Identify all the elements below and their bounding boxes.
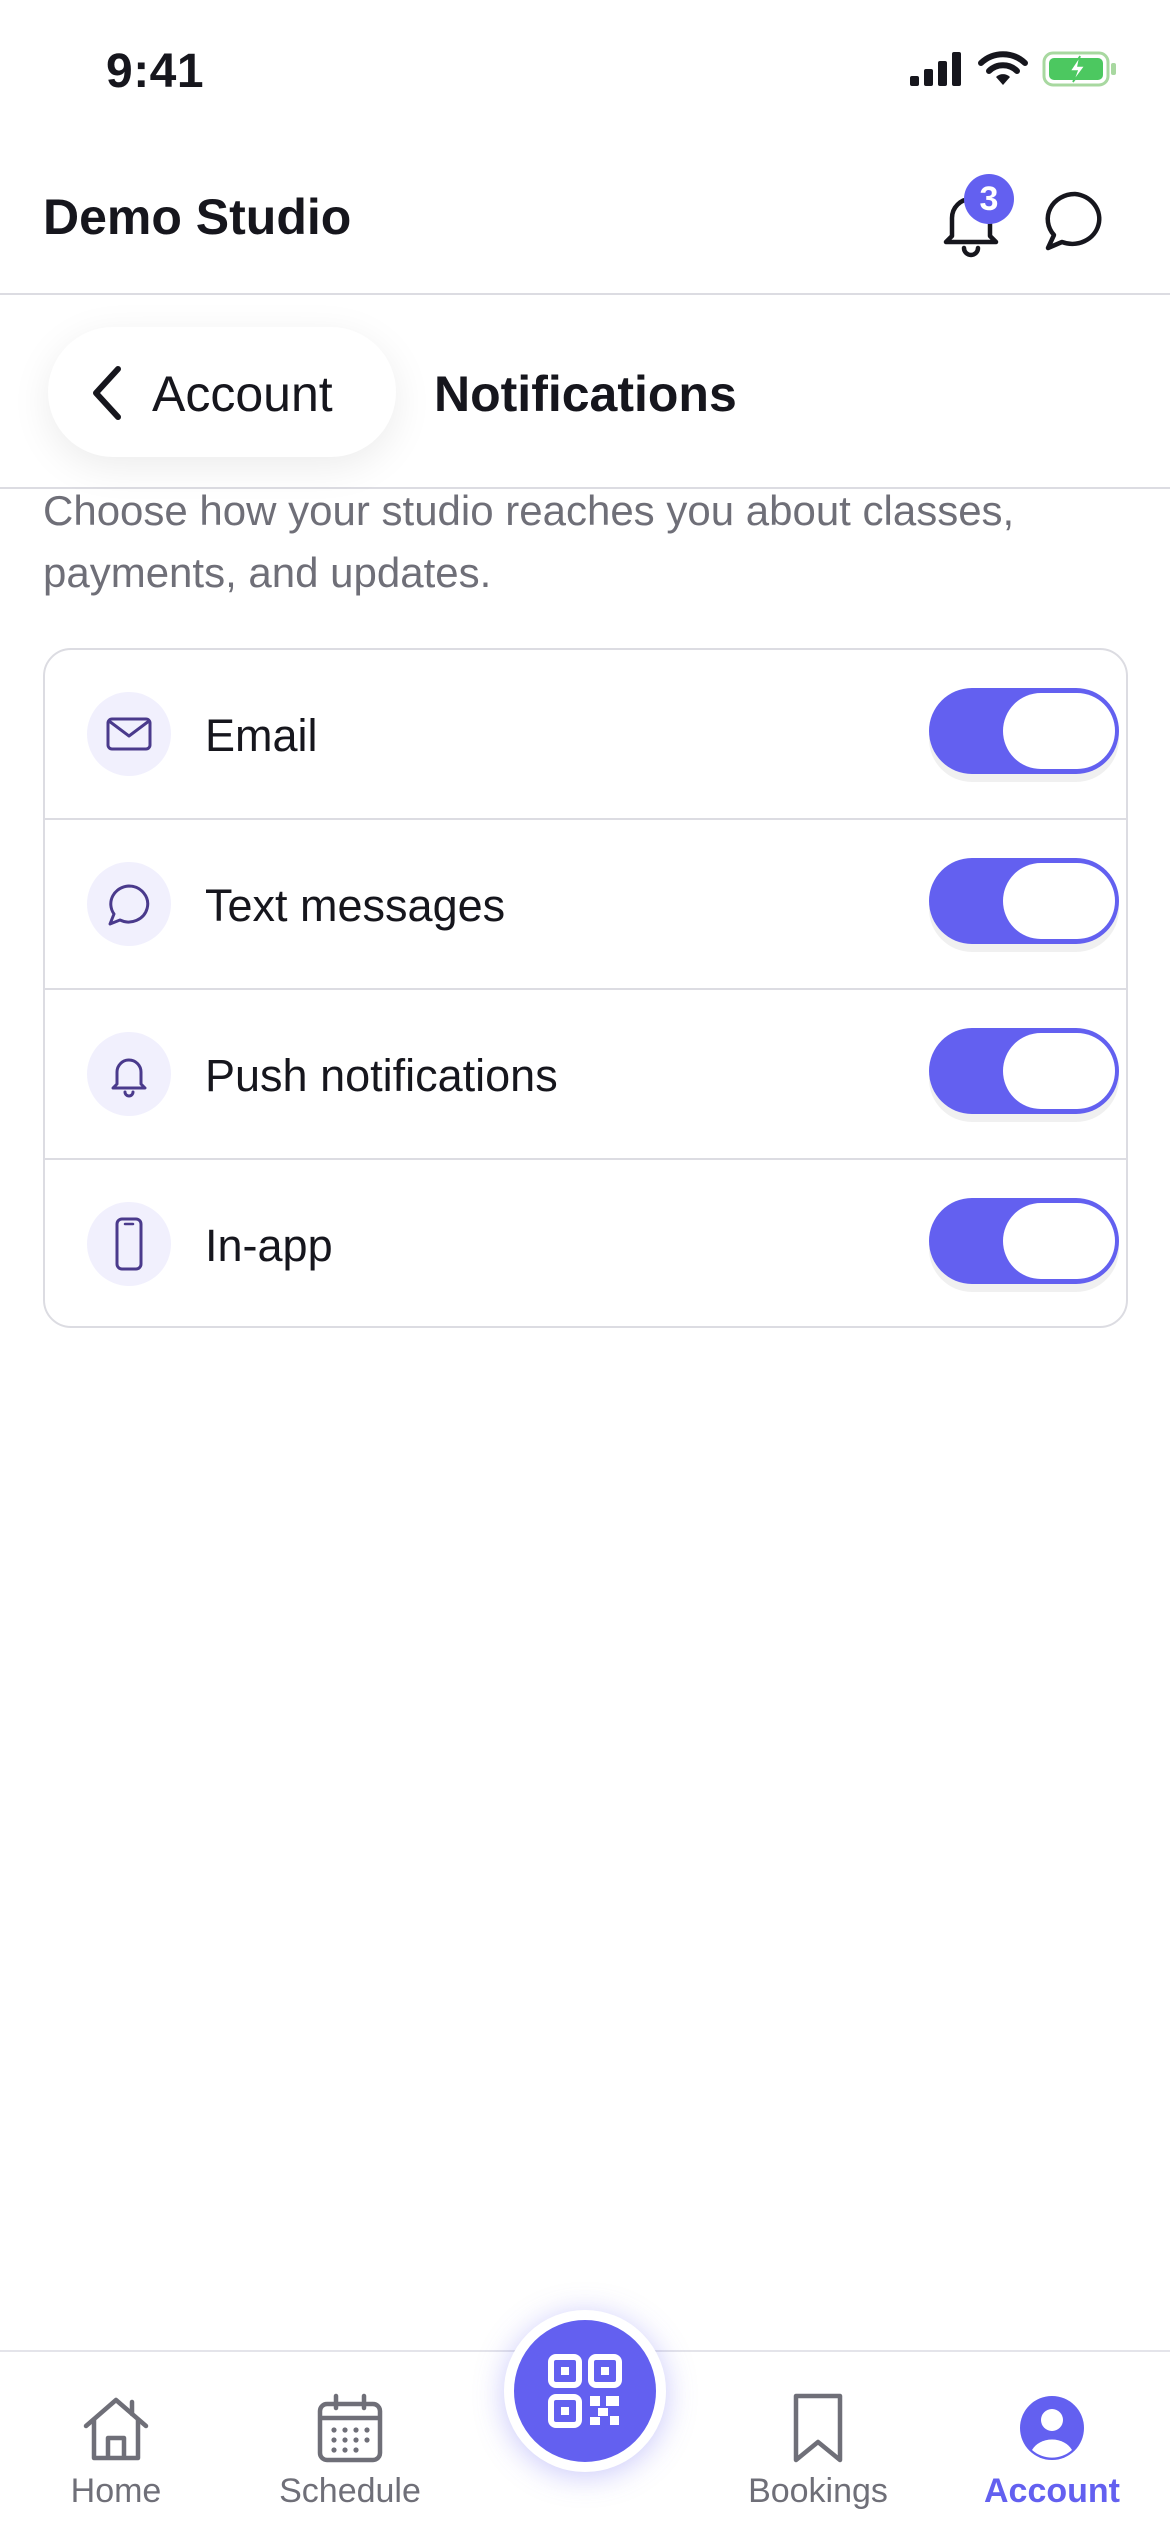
setting-label: In-app [205,1220,333,1271]
qr-code-icon [548,2354,622,2428]
mail-icon [87,692,171,776]
status-time: 9:41 [106,45,205,98]
qr-scan-button[interactable] [504,2310,666,2472]
toggle-knob [1003,863,1115,939]
phone-icon [87,1202,171,1286]
home-icon [83,2397,149,2461]
wifi-icon [978,51,1028,85]
setting-row-email: Email [45,650,1126,820]
chevron-left-icon [93,366,121,420]
toggle-knob [1003,1033,1115,1109]
tab-home[interactable]: Home [26,2392,206,2532]
notifications-button[interactable]: 3 [936,174,1014,260]
setting-label: Push notifications [205,1050,558,1101]
page-header: Account Notifications [0,297,1170,489]
setting-row-push-notifications: Push notifications [45,990,1126,1160]
notification-count-badge: 3 [964,174,1014,224]
back-button[interactable]: Account [48,327,396,457]
tab-label: Account [984,2472,1120,2510]
tab-label: Home [70,2472,162,2510]
setting-label: Email [205,710,318,761]
tab-label: Schedule [279,2472,421,2510]
toggle-knob [1003,1203,1115,1279]
tab-schedule[interactable]: Schedule [260,2392,440,2532]
status-bar: 9:41 [0,0,1170,150]
toggle-knob [1003,693,1115,769]
page-title: Notifications [434,366,737,422]
bookmark-icon [793,2393,843,2463]
top-app-bar: Demo Studio 3 [0,150,1170,295]
setting-row-text-messages: Text messages [45,820,1126,990]
cellular-signal-icon [910,52,961,86]
setting-row-in-app: In-app [45,1160,1126,1326]
back-button-label: Account [152,366,333,422]
push-notifications-toggle[interactable] [929,1028,1119,1114]
notification-settings-card: Email Text messages Push notifications I… [43,648,1128,1328]
bell-icon [87,1032,171,1116]
battery-charging-icon [1042,51,1116,87]
message-bubble-icon [87,862,171,946]
tab-label: Bookings [748,2472,888,2510]
page-description: Choose how your studio reaches you about… [43,487,1015,596]
email-toggle[interactable] [929,688,1119,774]
calendar-icon [317,2393,383,2463]
studio-title: Demo Studio [43,189,352,245]
tab-account[interactable]: Account [962,2392,1142,2532]
chat-bubble-icon [1045,191,1102,251]
messages-button[interactable] [1040,180,1110,260]
user-circle-icon [1020,2396,1084,2460]
text-messages-toggle[interactable] [929,858,1119,944]
setting-label: Text messages [205,880,506,931]
tab-bookings[interactable]: Bookings [728,2392,908,2532]
status-icons [910,50,1118,88]
in-app-toggle[interactable] [929,1198,1119,1284]
